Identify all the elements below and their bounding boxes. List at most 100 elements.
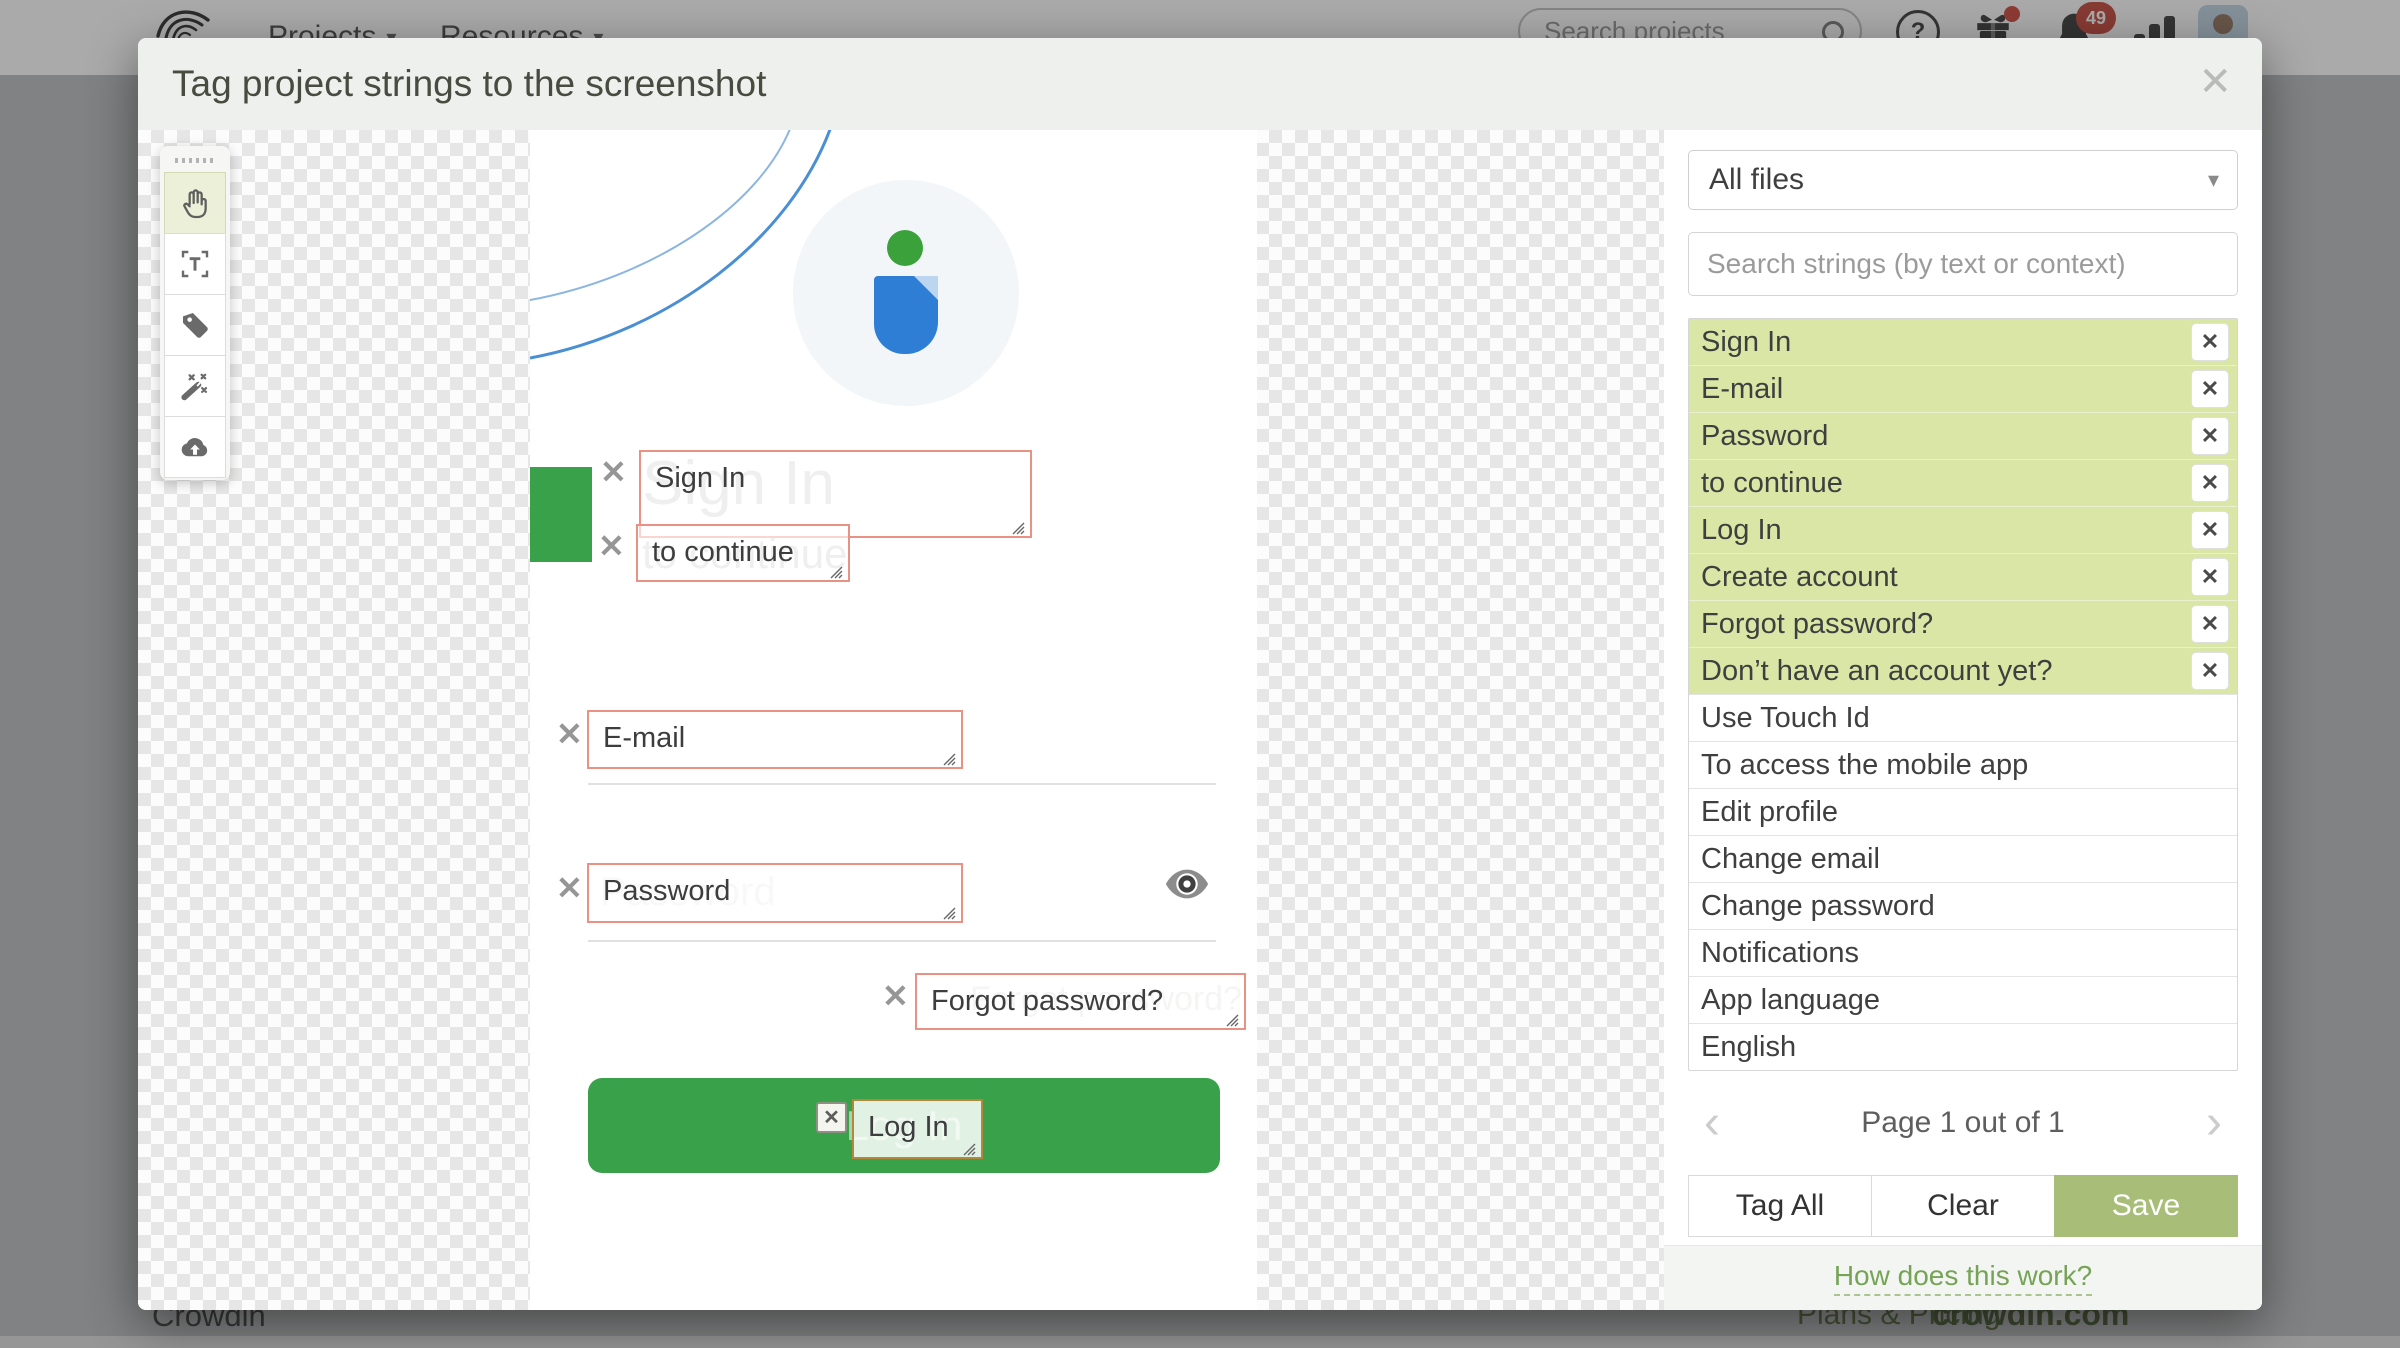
- tag-icon: [183, 313, 208, 338]
- text-select-tool-button[interactable]: [164, 233, 226, 295]
- untag-string-button[interactable]: ✕: [2191, 370, 2229, 408]
- resize-handle-icon[interactable]: [942, 906, 958, 920]
- panel-footer: How does this work?: [1664, 1245, 2262, 1310]
- canvas-toolbar[interactable]: [160, 146, 230, 480]
- next-page-button[interactable]: ›: [2206, 1099, 2222, 1147]
- string-list-item[interactable]: Edit profile: [1689, 788, 2237, 835]
- tag-tool-button[interactable]: [164, 294, 226, 356]
- untag-string-button[interactable]: ✕: [2191, 323, 2229, 361]
- string-list-item[interactable]: Password ✕: [1689, 412, 2237, 459]
- resize-handle-icon[interactable]: [1225, 1013, 1241, 1027]
- screenshot-canvas[interactable]: Sign In to continue Password Forgot pass…: [138, 130, 1664, 1310]
- resize-handle-icon[interactable]: [829, 565, 845, 579]
- untag-string-button[interactable]: ✕: [2191, 464, 2229, 502]
- untag-string-button[interactable]: ✕: [2191, 511, 2229, 549]
- close-icon[interactable]: ✕: [2198, 62, 2232, 102]
- prev-page-button[interactable]: ‹: [1704, 1099, 1720, 1147]
- string-label: Forgot password?: [1701, 607, 1934, 640]
- string-tag-log-in[interactable]: Log In: [852, 1099, 983, 1159]
- upload-tool-button[interactable]: [164, 416, 226, 478]
- untag-string-button[interactable]: ✕: [2191, 417, 2229, 455]
- string-list-item[interactable]: Use Touch Id: [1689, 694, 2237, 741]
- remove-tag-icon[interactable]: ✕: [556, 872, 583, 904]
- string-list-item[interactable]: to continue ✕: [1689, 459, 2237, 506]
- app-logo: [874, 276, 938, 354]
- strings-list: Sign In ✕ E-mail ✕ Password ✕ to continu…: [1688, 318, 2238, 1071]
- string-list-item[interactable]: To access the mobile app: [1689, 741, 2237, 788]
- tag-label: E-mail: [603, 722, 686, 754]
- tag-all-button[interactable]: Tag All: [1688, 1175, 1872, 1237]
- string-list-item[interactable]: Create account ✕: [1689, 553, 2237, 600]
- cloud-upload-icon: [181, 438, 208, 457]
- string-list-item[interactable]: Change password: [1689, 882, 2237, 929]
- close-icon: ✕: [823, 1107, 840, 1129]
- string-label: Notifications: [1701, 936, 1859, 969]
- string-label: English: [1701, 1030, 1797, 1063]
- resize-handle-icon[interactable]: [942, 752, 958, 766]
- remove-tag-button[interactable]: ✕: [816, 1102, 847, 1133]
- clear-button[interactable]: Clear: [1871, 1175, 2055, 1237]
- save-button[interactable]: Save: [2054, 1175, 2238, 1237]
- string-list-item[interactable]: Sign In ✕: [1689, 319, 2237, 365]
- string-tag-email[interactable]: E-mail: [587, 710, 963, 769]
- strings-search-input[interactable]: [1688, 232, 2238, 296]
- string-list-item[interactable]: Don’t have an account yet? ✕: [1689, 647, 2237, 694]
- untag-string-button[interactable]: ✕: [2191, 605, 2229, 643]
- string-list-item[interactable]: English: [1689, 1023, 2237, 1070]
- tag-strings-modal: Tag project strings to the screenshot ✕ …: [138, 38, 2262, 1310]
- eye-icon: [1165, 869, 1209, 899]
- resize-handle-icon[interactable]: [962, 1142, 978, 1156]
- file-filter-select[interactable]: All files ▾: [1688, 150, 2238, 210]
- close-icon: ✕: [2200, 658, 2220, 683]
- remove-tag-icon[interactable]: ✕: [598, 530, 625, 562]
- string-label: E-mail: [1701, 372, 1784, 405]
- tag-label: to continue: [652, 536, 794, 568]
- string-label: To access the mobile app: [1701, 748, 2029, 781]
- close-icon: ✕: [2200, 329, 2220, 354]
- panel-actions: Tag All Clear Save: [1688, 1175, 2238, 1237]
- remove-tag-icon[interactable]: ✕: [882, 980, 909, 1012]
- email-field-line: [588, 783, 1216, 785]
- auto-tag-tool-button[interactable]: [164, 355, 226, 417]
- toolbar-drag-handle[interactable]: [175, 158, 215, 163]
- tag-label: Sign In: [655, 462, 746, 494]
- text-select-icon: [181, 250, 209, 278]
- close-icon: ✕: [2200, 564, 2220, 589]
- string-tag-forgot-password[interactable]: Forgot password?: [915, 973, 1246, 1030]
- string-list-item[interactable]: App language: [1689, 976, 2237, 1023]
- string-list-item[interactable]: Notifications: [1689, 929, 2237, 976]
- string-label: Change password: [1701, 889, 1935, 922]
- how-does-this-work-link[interactable]: How does this work?: [1833, 1260, 2093, 1296]
- string-label: Don’t have an account yet?: [1701, 654, 2053, 687]
- file-filter-value: All files: [1709, 163, 1805, 196]
- remove-tag-icon[interactable]: ✕: [556, 718, 583, 750]
- untag-string-button[interactable]: ✕: [2191, 558, 2229, 596]
- tag-label: Log In: [868, 1111, 949, 1143]
- close-icon: ✕: [2200, 423, 2220, 448]
- tag-label: Password: [603, 875, 731, 907]
- hand-icon: [183, 189, 207, 219]
- string-tag-to-continue[interactable]: to continue: [636, 524, 850, 582]
- string-label: Use Touch Id: [1701, 701, 1870, 734]
- close-icon: ✕: [2200, 376, 2220, 401]
- resize-handle-icon[interactable]: [1011, 521, 1027, 535]
- close-icon: ✕: [2200, 517, 2220, 542]
- remove-tag-icon[interactable]: ✕: [600, 456, 627, 488]
- string-label: Password: [1701, 419, 1829, 452]
- string-label: Change email: [1701, 842, 1880, 875]
- string-label: Log In: [1701, 513, 1782, 546]
- string-tag-password[interactable]: Password: [587, 863, 963, 923]
- string-list-item[interactable]: Log In ✕: [1689, 506, 2237, 553]
- magic-wand-icon: [181, 373, 208, 401]
- green-block: [530, 467, 592, 562]
- string-list-item[interactable]: Forgot password? ✕: [1689, 600, 2237, 647]
- string-label: to continue: [1701, 466, 1843, 499]
- close-icon: ✕: [2200, 611, 2220, 636]
- string-list-item[interactable]: E-mail ✕: [1689, 365, 2237, 412]
- string-list-item[interactable]: Change email: [1689, 835, 2237, 882]
- string-label: Edit profile: [1701, 795, 1839, 828]
- untag-string-button[interactable]: ✕: [2191, 652, 2229, 690]
- app-logo-dot: [887, 230, 923, 266]
- hand-tool-button[interactable]: [164, 172, 226, 234]
- string-label: App language: [1701, 983, 1880, 1016]
